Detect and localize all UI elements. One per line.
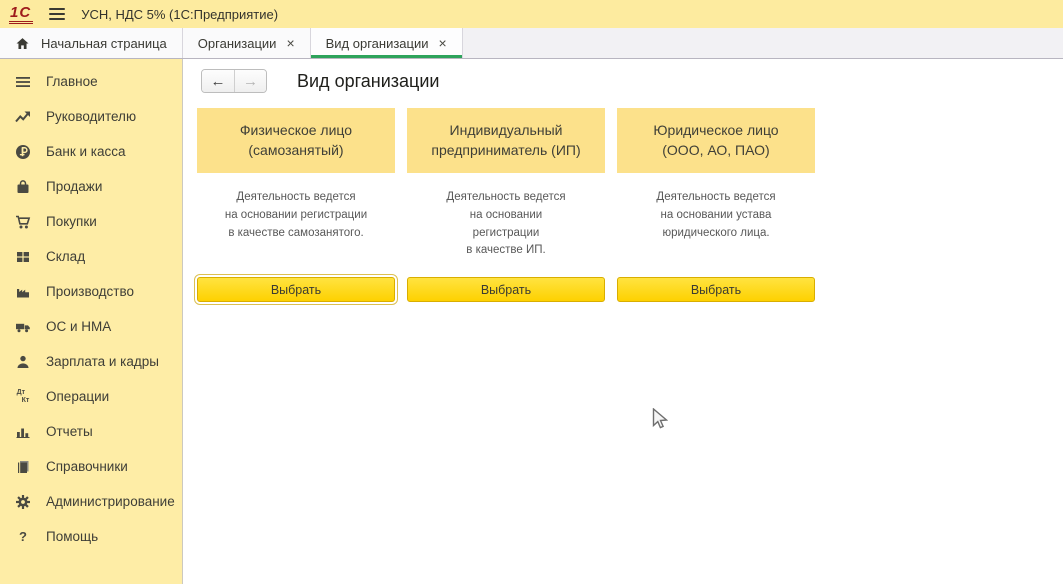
gear-icon <box>13 494 33 510</box>
sidebar-item-label: Покупки <box>46 214 97 229</box>
choose-button-selfemployed[interactable]: Выбрать <box>197 277 395 302</box>
shopping-bag-icon <box>13 179 33 195</box>
sidebar-item-sales[interactable]: Продажи <box>0 169 182 204</box>
main-menu-icon[interactable] <box>49 5 65 23</box>
sidebar-item-label: Продажи <box>46 179 102 194</box>
section-sidebar: Главное Руководителю Банк и касса Продаж… <box>0 59 183 584</box>
sidebar-item-payroll-hr[interactable]: Зарплата и кадры <box>0 344 182 379</box>
shopping-cart-icon <box>13 214 33 230</box>
close-tab-icon[interactable]: × <box>439 36 447 50</box>
books-icon <box>13 459 33 475</box>
forward-button[interactable]: → <box>234 70 266 92</box>
sidebar-item-warehouse[interactable]: Склад <box>0 239 182 274</box>
sidebar-item-label: Зарплата и кадры <box>46 354 159 369</box>
top-app-bar: 1С УСН, НДС 5% (1С:Предприятие) <box>0 0 1063 28</box>
debit-credit-icon: ДтКт <box>13 389 33 404</box>
trend-up-icon <box>13 109 33 125</box>
tab-organization-kind[interactable]: Вид организации × <box>311 28 463 58</box>
sidebar-item-label: Операции <box>46 389 109 404</box>
sidebar-item-label: Производство <box>46 284 134 299</box>
sidebar-item-manager[interactable]: Руководителю <box>0 99 182 134</box>
sidebar-item-label: Отчеты <box>46 424 93 439</box>
bar-chart-icon <box>13 424 33 440</box>
tab-label: Вид организации <box>326 36 429 51</box>
choose-button-entrepreneur[interactable]: Выбрать <box>407 277 605 302</box>
sidebar-item-directories[interactable]: Справочники <box>0 449 182 484</box>
sidebar-item-help[interactable]: ? Помощь <box>0 519 182 554</box>
sidebar-item-main[interactable]: Главное <box>0 64 182 99</box>
sidebar-item-label: Руководителю <box>46 109 136 124</box>
tab-home-page[interactable]: Начальная страница <box>0 28 183 58</box>
sidebar-item-label: Справочники <box>46 459 128 474</box>
sidebar-item-administration[interactable]: Администрирование <box>0 484 182 519</box>
main-content: ← → Вид организации Физическое лицо (сам… <box>183 59 1063 584</box>
sidebar-item-bank-cash[interactable]: Банк и касса <box>0 134 182 169</box>
sidebar-item-label: Склад <box>46 249 85 264</box>
sidebar-item-label: Главное <box>46 74 98 89</box>
home-icon <box>15 36 30 51</box>
tab-organizations[interactable]: Организации × <box>183 28 311 58</box>
tab-bar: Начальная страница Организации × Вид орг… <box>0 28 1063 59</box>
tab-label: Начальная страница <box>41 36 167 51</box>
back-button[interactable]: ← <box>202 70 234 92</box>
sidebar-item-operations[interactable]: ДтКт Операции <box>0 379 182 414</box>
truck-icon <box>13 319 33 335</box>
1c-logo: 1С <box>9 5 33 24</box>
factory-icon <box>13 284 33 300</box>
close-tab-icon[interactable]: × <box>286 36 294 50</box>
menu-lines-icon <box>13 74 33 90</box>
sidebar-item-fixed-assets[interactable]: ОС и НМА <box>0 309 182 344</box>
sidebar-item-label: Администрирование <box>46 494 175 509</box>
app-window-title: УСН, НДС 5% (1С:Предприятие) <box>81 7 278 22</box>
card-description: Деятельность ведется на основании регист… <box>197 173 395 277</box>
sidebar-item-purchases[interactable]: Покупки <box>0 204 182 239</box>
ruble-circle-icon <box>13 144 33 160</box>
sidebar-item-label: Банк и касса <box>46 144 126 159</box>
sidebar-item-label: ОС и НМА <box>46 319 111 334</box>
history-nav-group: ← → <box>201 69 267 93</box>
choose-button-legal-entity[interactable]: Выбрать <box>617 277 815 302</box>
sidebar-item-reports[interactable]: Отчеты <box>0 414 182 449</box>
card-description: Деятельность ведется на основании устава… <box>617 173 815 277</box>
card-title-entrepreneur: Индивидуальный предприниматель (ИП) <box>407 108 605 173</box>
page-title: Вид организации <box>297 71 439 92</box>
card-title-legal-entity: Юридическое лицо (ООО, АО, ПАО) <box>617 108 815 173</box>
person-icon <box>13 354 33 370</box>
card-description: Деятельность ведется на основании регист… <box>407 173 605 277</box>
card-title-individual-selfemployed: Физическое лицо (самозанятый) <box>197 108 395 173</box>
sidebar-item-label: Помощь <box>46 529 98 544</box>
organization-kind-cards: Физическое лицо (самозанятый) Индивидуал… <box>197 108 1063 304</box>
warehouse-boxes-icon <box>13 249 33 265</box>
tab-label: Организации <box>198 36 277 51</box>
question-mark-icon: ? <box>13 530 33 543</box>
sidebar-item-production[interactable]: Производство <box>0 274 182 309</box>
